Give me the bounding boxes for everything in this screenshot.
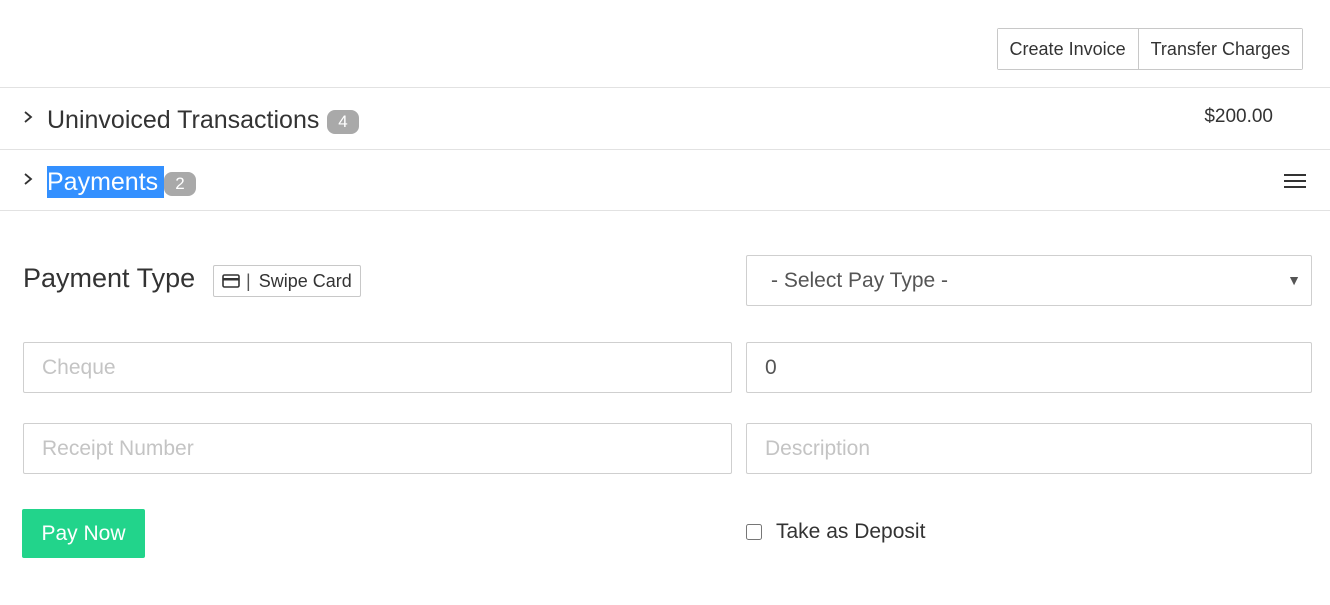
cheque-input[interactable] xyxy=(23,342,732,393)
chevron-right-icon[interactable] xyxy=(22,110,34,124)
deposit-checkbox[interactable] xyxy=(746,524,762,540)
pay-type-select[interactable]: - Select Pay Type - ▼ xyxy=(746,255,1312,306)
take-as-deposit-option[interactable]: Take as Deposit xyxy=(746,520,925,544)
uninvoiced-count-badge: 4 xyxy=(327,110,359,134)
payments-count-badge: 2 xyxy=(164,172,196,196)
pay-type-selected-value: - Select Pay Type - xyxy=(771,269,949,292)
payments-section[interactable]: Payments 2 xyxy=(0,149,1330,211)
swipe-card-button[interactable]: | Swipe Card xyxy=(213,265,361,297)
description-input[interactable] xyxy=(746,423,1312,474)
swipe-card-label: Swipe Card xyxy=(258,270,352,291)
payment-panel: Create Invoice Transfer Charges Uninvoic… xyxy=(0,0,1330,605)
credit-card-icon xyxy=(222,274,240,288)
uninvoiced-total-amount: $200.00 xyxy=(1204,106,1273,127)
caret-down-icon: ▼ xyxy=(1287,272,1301,288)
uninvoiced-transactions-section[interactable]: Uninvoiced Transactions 4 $200.00 xyxy=(0,87,1330,149)
amount-input[interactable] xyxy=(746,342,1312,393)
payment-type-label: Payment Type xyxy=(23,263,196,293)
deposit-label: Take as Deposit xyxy=(776,520,926,543)
invoice-toolbar: Create Invoice Transfer Charges xyxy=(996,28,1303,70)
pay-now-button[interactable]: Pay Now xyxy=(22,509,145,558)
create-invoice-button[interactable]: Create Invoice xyxy=(997,29,1138,69)
payments-title[interactable]: Payments xyxy=(47,166,165,198)
swipe-separator: | xyxy=(246,270,251,291)
transfer-charges-button[interactable]: Transfer Charges xyxy=(1137,29,1302,69)
receipt-number-input[interactable] xyxy=(23,423,732,474)
chevron-right-icon[interactable] xyxy=(22,172,34,186)
hamburger-menu-icon[interactable] xyxy=(1284,173,1306,189)
uninvoiced-transactions-title[interactable]: Uninvoiced Transactions xyxy=(47,104,319,136)
